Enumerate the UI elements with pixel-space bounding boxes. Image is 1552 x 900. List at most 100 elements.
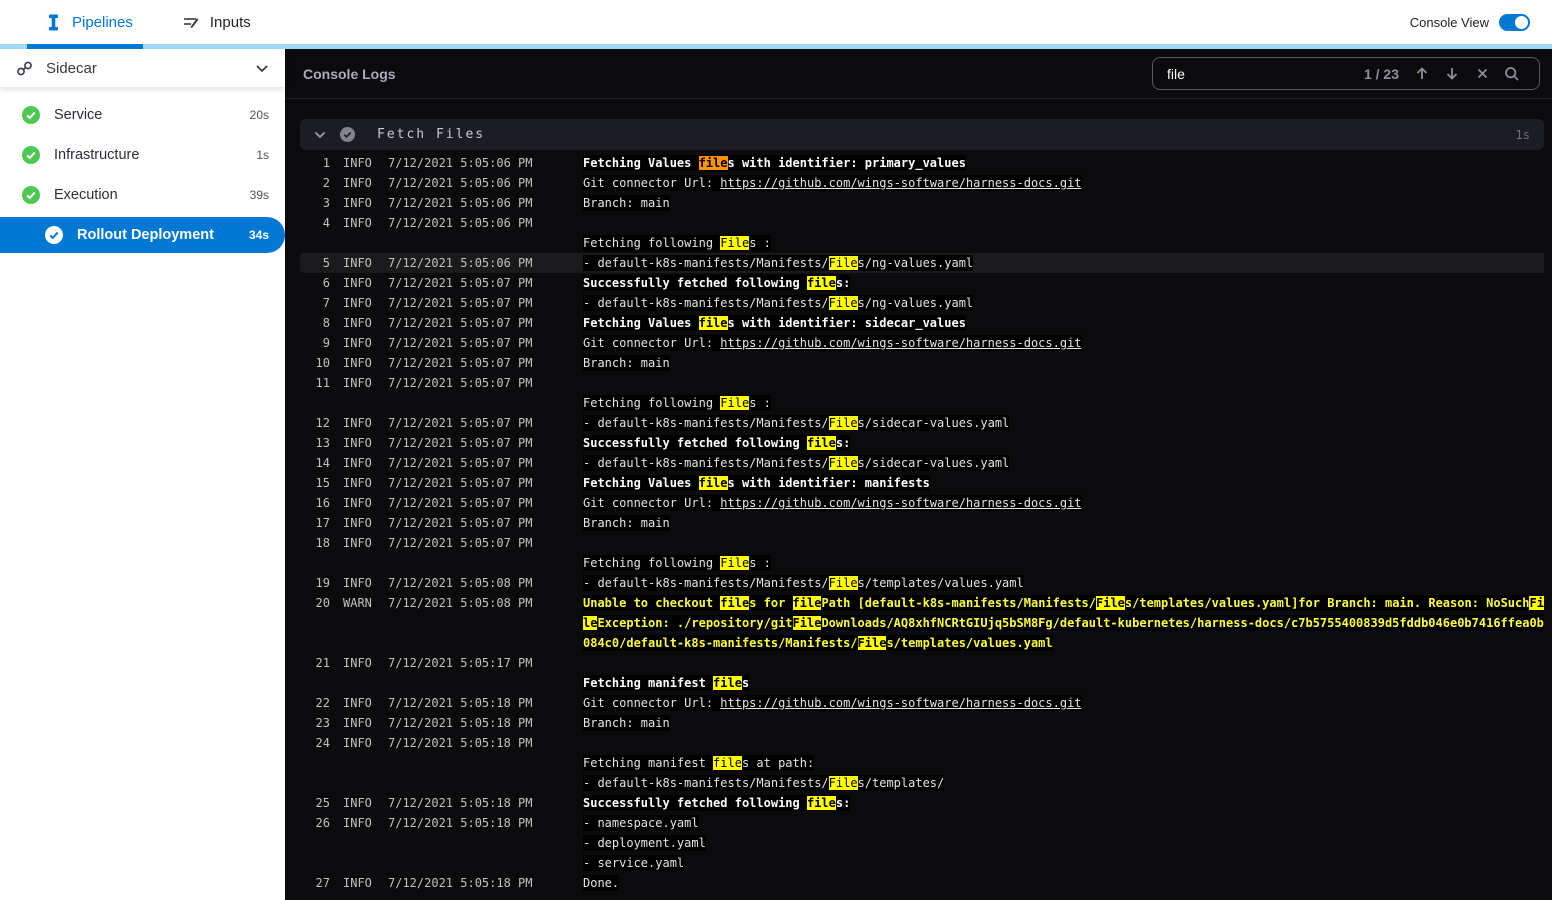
collapse-chevron-icon[interactable] bbox=[314, 131, 326, 139]
log-text-segment: - namespace.yaml bbox=[583, 816, 699, 830]
log-level bbox=[330, 393, 381, 413]
pipeline-selector[interactable]: Sidecar bbox=[0, 49, 285, 87]
log-timestamp bbox=[381, 673, 533, 693]
log-level: INFO bbox=[343, 356, 372, 370]
log-text-segment: - service.yaml bbox=[583, 856, 685, 870]
log-text-segment: Successfully fetched following bbox=[583, 436, 807, 450]
log-timestamp bbox=[381, 393, 533, 413]
sidebar-item-service[interactable]: Service 20s bbox=[0, 95, 285, 135]
log-line-number: 13 bbox=[315, 436, 330, 450]
log-row: - deployment.yaml bbox=[300, 833, 1544, 853]
log-line-number: 8 bbox=[322, 316, 330, 330]
log-row: Fetching following Files : bbox=[300, 233, 1544, 253]
log-timestamp: 7/12/2021 5:05:08 PM bbox=[388, 596, 533, 610]
log-lines: 1 INFO 7/12/2021 5:05:06 PM Fetching Values… bbox=[300, 153, 1544, 893]
log-level bbox=[330, 553, 381, 573]
log-line-number: 18 bbox=[315, 536, 330, 550]
log-message-text: - default-k8s-manifests/Manifests/Files/… bbox=[583, 295, 974, 311]
log-timestamp: 7/12/2021 5:05:06 PM bbox=[388, 176, 533, 190]
log-line-number: 6 bbox=[322, 276, 330, 290]
step-section-header[interactable]: Fetch Files 1s bbox=[300, 119, 1544, 150]
log-text-segment: Git connector Url: bbox=[583, 336, 721, 350]
sidebar-item-execution[interactable]: Execution 39s bbox=[0, 175, 285, 215]
log-text-segment: s/ng-values.yaml bbox=[857, 256, 974, 270]
stage-label: Rollout Deployment bbox=[77, 227, 214, 243]
log-line-number: 7 bbox=[322, 296, 330, 310]
log-link[interactable]: https://github.com/wings-software/harnes… bbox=[720, 336, 1081, 350]
log-line-number: 4 bbox=[322, 216, 330, 230]
tab-inputs[interactable]: Inputs bbox=[183, 14, 251, 31]
log-message-text: - default-k8s-manifests/Manifests/Files/… bbox=[583, 775, 945, 791]
search-icon[interactable] bbox=[1497, 62, 1527, 86]
clear-search-button[interactable] bbox=[1467, 62, 1497, 86]
step-status-icon bbox=[340, 127, 355, 142]
search-input[interactable] bbox=[1165, 64, 1364, 83]
log-line-number bbox=[300, 853, 330, 873]
log-level: INFO bbox=[343, 476, 372, 490]
log-message-text: Fetching following Files : bbox=[583, 395, 771, 411]
log-level: INFO bbox=[343, 276, 372, 290]
log-line-number: 22 bbox=[315, 696, 330, 710]
log-row: 22 INFO 7/12/2021 5:05:18 PM Git connector … bbox=[300, 693, 1544, 713]
tab-pipelines[interactable]: Pipelines bbox=[45, 14, 133, 31]
log-row: 7 INFO 7/12/2021 5:05:07 PM - default-k8s-m… bbox=[300, 293, 1544, 313]
log-level: INFO bbox=[343, 716, 372, 730]
prev-match-button[interactable] bbox=[1407, 62, 1437, 86]
log-timestamp: 7/12/2021 5:05:07 PM bbox=[388, 376, 533, 390]
log-row: 6 INFO 7/12/2021 5:05:07 PM Successfully fe… bbox=[300, 273, 1544, 293]
search-match: file bbox=[713, 676, 742, 690]
stage-sidebar: Sidecar Service 20s Infrastructure 1s Execut… bbox=[0, 49, 285, 900]
log-text-segment: Branch: main bbox=[583, 516, 670, 530]
console-view-toggle[interactable] bbox=[1499, 13, 1530, 31]
search-match: File bbox=[828, 416, 858, 430]
log-timestamp: 7/12/2021 5:05:07 PM bbox=[388, 416, 533, 430]
log-level: INFO bbox=[343, 796, 372, 810]
sidebar-item-infrastructure[interactable]: Infrastructure 1s bbox=[0, 135, 285, 175]
log-timestamp: 7/12/2021 5:05:18 PM bbox=[388, 696, 533, 710]
log-level: INFO bbox=[343, 816, 372, 830]
log-link[interactable]: https://github.com/wings-software/harnes… bbox=[720, 696, 1081, 710]
log-timestamp: 7/12/2021 5:05:07 PM bbox=[388, 296, 533, 310]
log-timestamp bbox=[381, 833, 533, 853]
log-line-number: 27 bbox=[315, 876, 330, 890]
log-message-text: Done. bbox=[583, 875, 620, 891]
log-row: 13 INFO 7/12/2021 5:05:07 PM Successfully f… bbox=[300, 433, 1544, 453]
log-text-segment: s: bbox=[835, 436, 851, 450]
stage-duration: 39s bbox=[249, 188, 269, 202]
search-match: file bbox=[792, 596, 822, 610]
log-level: WARN bbox=[343, 596, 372, 610]
log-message-text: - namespace.yaml bbox=[583, 815, 699, 831]
log-text-segment: Successfully fetched following bbox=[583, 796, 807, 810]
next-match-button[interactable] bbox=[1437, 62, 1467, 86]
log-link[interactable]: https://github.com/wings-software/harnes… bbox=[720, 176, 1081, 190]
log-line-number: 1 bbox=[322, 156, 330, 170]
log-message: Fetching Values files with identifier: m… bbox=[533, 473, 1544, 493]
log-line-number: 23 bbox=[315, 716, 330, 730]
log-text-segment: Fetching following bbox=[583, 236, 721, 250]
log-message-text: Git connector Url: https://github.com/wi… bbox=[583, 335, 1082, 351]
log-row: 17 INFO 7/12/2021 5:05:07 PM Branch: main bbox=[300, 513, 1544, 533]
search-match: file bbox=[806, 796, 836, 810]
log-message: - default-k8s-manifests/Manifests/Files/… bbox=[533, 293, 1544, 313]
log-line-number: 16 bbox=[315, 496, 330, 510]
sidebar-item-rollout-deployment[interactable]: Rollout Deployment 34s bbox=[0, 217, 285, 253]
log-link[interactable]: https://github.com/wings-software/harnes… bbox=[720, 496, 1081, 510]
search-match: File bbox=[720, 556, 750, 570]
log-text-segment: Fetching following bbox=[583, 556, 721, 570]
log-message-text: Fetching following Files : bbox=[583, 555, 771, 571]
top-tabs: Pipelines Inputs bbox=[45, 0, 251, 44]
log-message-text: - service.yaml bbox=[583, 855, 685, 871]
log-message-text: - default-k8s-manifests/Manifests/Files/… bbox=[583, 455, 1010, 471]
log-message-text: Unable to checkout files for filePath [d… bbox=[583, 595, 1544, 651]
log-message: Done. bbox=[533, 873, 1544, 893]
log-level: INFO bbox=[343, 416, 372, 430]
log-level: INFO bbox=[343, 256, 372, 270]
log-line-number: 26 bbox=[315, 816, 330, 830]
search-match: File bbox=[1096, 596, 1125, 610]
log-message: - deployment.yaml bbox=[533, 833, 1544, 853]
log-text-segment: s : bbox=[749, 236, 771, 250]
log-row: - default-k8s-manifests/Manifests/Files/… bbox=[300, 773, 1544, 793]
log-level: INFO bbox=[343, 336, 372, 350]
log-row: 27 INFO 7/12/2021 5:05:18 PM Done. bbox=[300, 873, 1544, 893]
log-message-text: Git connector Url: https://github.com/wi… bbox=[583, 495, 1082, 511]
